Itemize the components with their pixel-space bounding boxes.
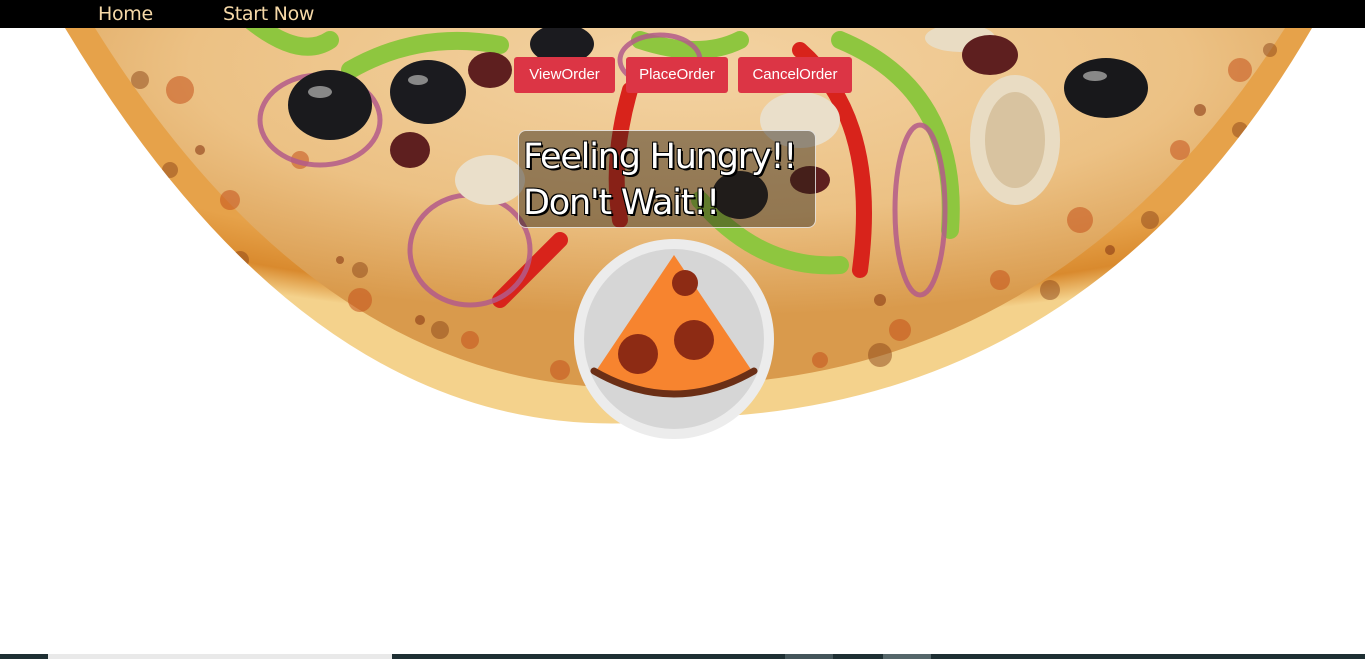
pizza-slice-icon bbox=[574, 239, 774, 439]
top-navbar: Home Start Now bbox=[0, 0, 1365, 28]
bottom-strip bbox=[0, 654, 1365, 659]
bottom-strip-segment bbox=[883, 654, 931, 659]
tagline-line-1: Feeling Hungry!! bbox=[523, 137, 797, 177]
tagline-line-2: Don't Wait!! bbox=[523, 183, 720, 223]
bottom-strip-segment bbox=[785, 654, 833, 659]
landing-page: Home Start Now ViewOrder PlaceOrder Canc… bbox=[0, 0, 1365, 659]
bottom-strip-segment bbox=[48, 654, 392, 659]
hero-tagline-box: Feeling Hungry!! Don't Wait!! bbox=[518, 130, 816, 228]
view-order-button[interactable]: ViewOrder bbox=[514, 57, 615, 93]
place-order-button[interactable]: PlaceOrder bbox=[626, 57, 728, 93]
nav-start-now-link[interactable]: Start Now bbox=[223, 1, 314, 27]
nav-home-link[interactable]: Home bbox=[98, 1, 153, 27]
cancel-order-button[interactable]: CancelOrder bbox=[738, 57, 852, 93]
